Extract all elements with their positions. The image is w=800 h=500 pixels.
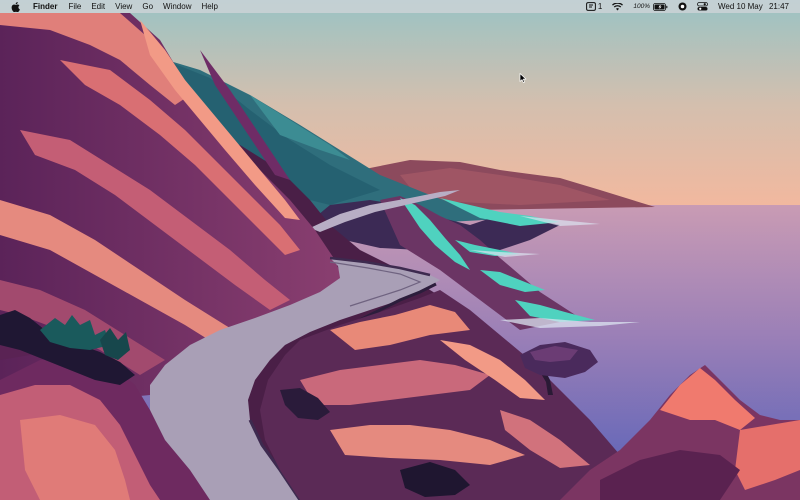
battery-status[interactable]: 100% — [628, 0, 673, 13]
menu-help[interactable]: Help — [196, 0, 222, 13]
battery-percent: 100% — [633, 3, 650, 10]
menu-window[interactable]: Window — [158, 0, 196, 13]
app-menu-finder[interactable]: Finder — [28, 0, 62, 13]
menu-clock[interactable]: Wed 10 May 21:47 — [713, 0, 800, 13]
stage-manager-count: 1 — [597, 2, 603, 11]
stage-manager-icon — [585, 2, 596, 11]
desktop[interactable]: Finder File Edit View Go Window Help 1 1… — [0, 0, 800, 500]
stage-manager-status[interactable]: 1 — [581, 0, 607, 13]
clock-date: Wed 10 May — [717, 2, 763, 11]
menu-file[interactable]: File — [63, 0, 86, 13]
wifi-icon — [612, 2, 624, 10]
control-center-icon — [697, 2, 708, 11]
focus-icon — [678, 2, 687, 11]
menu-edit[interactable]: Edit — [86, 0, 110, 13]
menu-go[interactable]: Go — [137, 0, 158, 13]
control-center-status[interactable] — [692, 0, 713, 13]
menu-bar: Finder File Edit View Go Window Help 1 1… — [0, 0, 800, 13]
wallpaper-image — [0, 0, 800, 500]
wifi-status[interactable] — [607, 0, 628, 13]
menu-view[interactable]: View — [110, 0, 137, 13]
apple-menu-icon[interactable] — [11, 1, 20, 12]
clock-time: 21:47 — [768, 2, 789, 11]
focus-status[interactable] — [673, 0, 692, 13]
battery-icon — [653, 2, 668, 11]
mouse-cursor-icon — [519, 73, 527, 83]
